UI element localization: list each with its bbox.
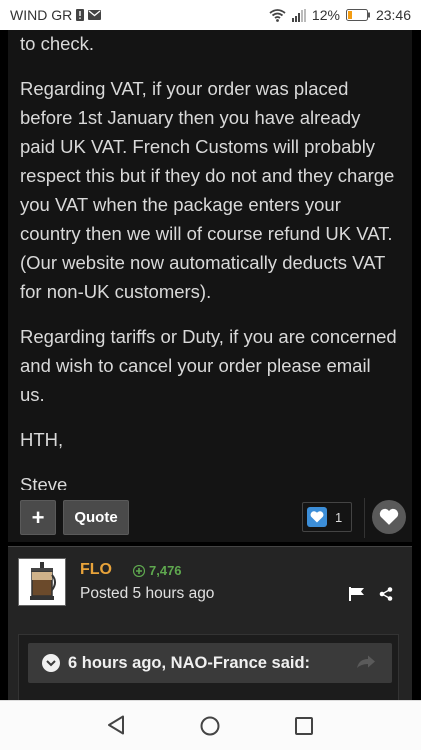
post-paragraph: Regarding tariffs or Duty, if you are co… — [20, 326, 397, 405]
go-to-quoted-post-icon[interactable] — [356, 655, 376, 674]
heart-reaction-icon — [307, 507, 327, 527]
battery-percent: 12% — [311, 7, 340, 23]
reply-post: FLO 7,476 Posted 5 hours ago 6 hours ago… — [8, 546, 412, 714]
heart-icon — [379, 508, 399, 525]
post-paragraph: to check. — [20, 33, 95, 54]
home-icon[interactable] — [200, 716, 220, 741]
signal-icon — [291, 8, 306, 22]
status-bar: WIND GR 12% 23:46 — [0, 0, 421, 30]
avatar[interactable] — [18, 558, 66, 606]
post-paragraph: HTH, — [20, 429, 64, 450]
multiquote-button[interactable]: + — [20, 500, 56, 535]
chevron-down-icon — [42, 654, 60, 672]
flag-icon[interactable] — [349, 587, 365, 606]
wifi-icon — [269, 8, 286, 22]
recent-apps-icon[interactable] — [295, 717, 313, 740]
reputation-badge: 7,476 — [133, 563, 182, 578]
plus-circle-icon — [133, 564, 145, 577]
clock: 23:46 — [375, 7, 411, 23]
battery-icon — [345, 9, 370, 21]
reaction-summary[interactable]: 1 — [302, 502, 352, 532]
like-button[interactable] — [372, 500, 406, 534]
mail-icon — [88, 10, 102, 20]
quote-header-text: 6 hours ago, NAO-France said: — [68, 653, 311, 672]
carrier-label: WIND GR — [10, 7, 73, 23]
divider — [364, 498, 365, 538]
reaction-count: 1 — [335, 509, 343, 525]
french-press-icon — [30, 562, 56, 600]
share-icon[interactable] — [379, 587, 393, 606]
post-actions: + Quote 1 — [8, 490, 412, 542]
post-paragraph: Regarding VAT, if your order was placed … — [20, 78, 395, 302]
navigation-bar — [0, 700, 421, 750]
quote-button[interactable]: Quote — [63, 500, 129, 535]
author-name[interactable]: FLO — [80, 561, 112, 579]
post-timestamp[interactable]: Posted 5 hours ago — [80, 585, 214, 603]
post-body: to check. Regarding VAT, if your order w… — [8, 30, 412, 540]
reputation-value: 7,476 — [149, 563, 182, 578]
sim-alert-icon — [76, 9, 85, 21]
back-icon[interactable] — [107, 715, 125, 740]
quote-header[interactable]: 6 hours ago, NAO-France said: — [28, 643, 392, 683]
